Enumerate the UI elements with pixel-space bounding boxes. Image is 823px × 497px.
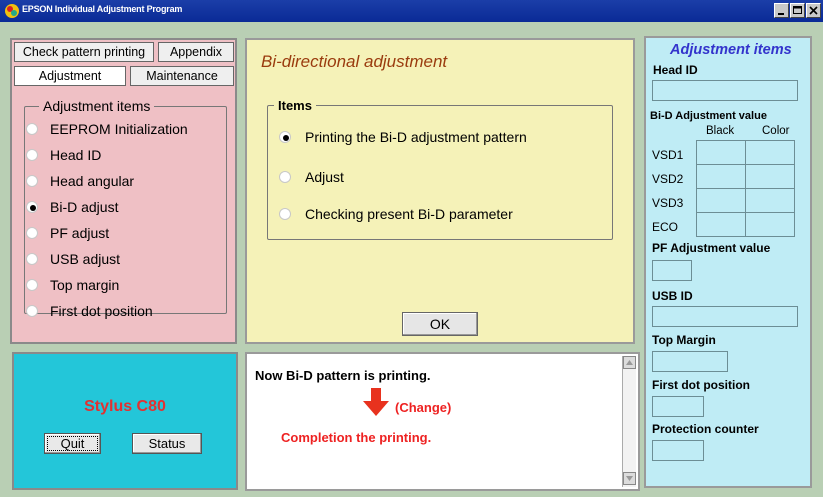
completion-message: Completion the printing. (281, 430, 432, 445)
radio-label: Adjust (305, 169, 344, 185)
radio-button[interactable] (26, 279, 38, 291)
protection-counter-label: Protection counter (652, 422, 759, 436)
vsd2-black-cell (696, 164, 746, 189)
radio-label: Bi-D adjust (50, 199, 119, 215)
close-icon (809, 6, 818, 15)
radio-label: EEPROM Initialization (50, 121, 188, 137)
radio-label: Top margin (50, 277, 120, 293)
adjustment-values-panel: Adjustment items Head ID Bi-D Adjustment… (644, 36, 812, 488)
printing-status-message: Now Bi-D pattern is printing. (255, 368, 431, 383)
window-title: EPSON Individual Adjustment Program (22, 4, 183, 14)
vsd2-label: VSD2 (652, 172, 684, 186)
first-dot-position-field[interactable] (652, 396, 704, 417)
radio-button[interactable] (279, 208, 291, 220)
radio-button[interactable] (279, 171, 291, 183)
vertical-scrollbar[interactable] (622, 356, 636, 487)
vsd1-black-cell (696, 140, 746, 165)
maximize-button[interactable] (790, 3, 805, 18)
radio-button[interactable] (26, 305, 38, 317)
top-margin-label: Top Margin (652, 333, 716, 347)
scroll-down-icon (626, 476, 633, 481)
down-arrow-icon (363, 388, 389, 416)
radio-label: PF adjust (50, 225, 110, 241)
radio-button[interactable] (26, 123, 38, 135)
vsd1-label: VSD1 (652, 148, 684, 162)
minimize-button[interactable] (774, 3, 789, 18)
head-id-field[interactable] (652, 80, 798, 101)
radio-button[interactable] (26, 253, 38, 265)
vsd1-color-cell (745, 140, 795, 165)
black-column-header: Black (706, 125, 735, 137)
color-column-header: Color (762, 125, 790, 137)
scroll-up-button[interactable] (623, 356, 636, 369)
adjustment-items-legend: Adjustment items (43, 98, 151, 114)
title-bar[interactable]: EPSON Individual Adjustment Program (0, 0, 823, 22)
vsd3-label: VSD3 (652, 196, 684, 210)
ok-button[interactable]: OK (402, 312, 478, 336)
radio-label: USB adjust (50, 251, 121, 267)
close-button[interactable] (806, 3, 821, 18)
maximize-icon (793, 6, 802, 14)
usb-id-label: USB ID (652, 289, 693, 303)
adjustment-items-title: Adjustment items (670, 42, 792, 58)
radio-label: Printing the Bi-D adjustment pattern (305, 129, 527, 145)
vsd3-black-cell (696, 188, 746, 213)
tab-adjustment[interactable]: Adjustment (14, 66, 126, 86)
eco-black-cell (696, 212, 746, 237)
bi-directional-panel: Bi-directional adjustment Items Printing… (245, 38, 635, 344)
vsd2-color-cell (745, 164, 795, 189)
radio-button[interactable] (26, 149, 38, 161)
radio-button[interactable] (26, 227, 38, 239)
model-panel: Stylus C80 Quit Status (12, 352, 238, 490)
bid-adjustment-label: Bi-D Adjustment value (650, 110, 767, 122)
epson-app-icon (5, 4, 19, 18)
head-id-label: Head ID (653, 63, 698, 77)
items-legend: Items (278, 98, 312, 113)
radio-button-selected[interactable] (26, 201, 38, 213)
adjustment-panel: Check pattern printing Appendix Adjustme… (10, 38, 237, 344)
minimize-icon (778, 13, 784, 15)
radio-label: Checking present Bi-D parameter (305, 206, 513, 222)
scroll-up-icon (626, 360, 633, 365)
usb-id-field[interactable] (652, 306, 798, 327)
change-label: (Change) (395, 400, 452, 415)
vsd3-color-cell (745, 188, 795, 213)
pf-adjustment-field[interactable] (652, 260, 692, 281)
eco-color-cell (745, 212, 795, 237)
protection-counter-field[interactable] (652, 440, 704, 461)
printer-model-name: Stylus C80 (84, 398, 166, 415)
radio-label: Head angular (50, 173, 135, 189)
quit-button[interactable]: Quit (44, 433, 101, 454)
tab-appendix[interactable]: Appendix (158, 42, 234, 62)
radio-label: Head ID (50, 147, 102, 163)
scroll-down-button[interactable] (623, 472, 636, 485)
radio-label: First dot position (50, 303, 153, 319)
message-panel: Now Bi-D pattern is printing. (Change) C… (245, 352, 640, 491)
status-button[interactable]: Status (132, 433, 202, 454)
tab-maintenance[interactable]: Maintenance (130, 66, 234, 86)
radio-button[interactable] (26, 175, 38, 187)
panel-title: Bi-directional adjustment (261, 52, 448, 71)
radio-button-selected[interactable] (279, 131, 291, 143)
top-margin-field[interactable] (652, 351, 728, 372)
eco-label: ECO (652, 220, 679, 234)
first-dot-position-label: First dot position (652, 378, 750, 392)
tab-check-pattern-printing[interactable]: Check pattern printing (14, 42, 154, 62)
pf-adjustment-label: PF Adjustment value (652, 241, 771, 255)
